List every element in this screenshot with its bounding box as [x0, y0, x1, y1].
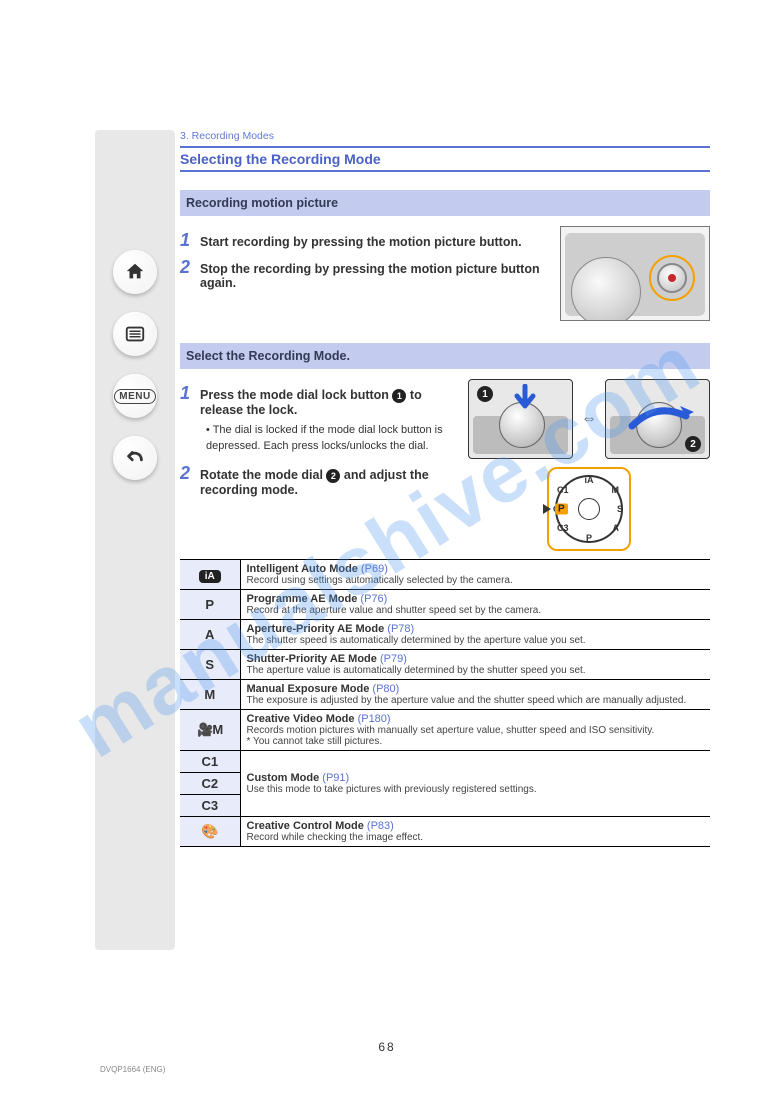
badge-1-ref: 1 [392, 389, 406, 403]
dial-rotate-illustration: 2 [605, 379, 710, 459]
recording-modes-table: iAIntelligent Auto Mode (P69)Record usin… [180, 559, 710, 847]
sidebar: MENU [95, 130, 175, 950]
home-icon [124, 261, 146, 283]
table-row: AAperture-Priority AE Mode (P78)The shut… [180, 620, 710, 650]
revision-code: DVQP1664 (ENG) [100, 1065, 165, 1074]
menu-button[interactable]: MENU [113, 374, 157, 418]
mode-symbol: C2 [180, 773, 240, 795]
page-ref-link[interactable]: (P180) [358, 713, 391, 725]
movie-step-2: 2 Stop the recording by pressing the mot… [180, 257, 548, 290]
mode-symbol: P [180, 590, 240, 620]
mode-symbol: C1 [180, 751, 240, 773]
home-button[interactable] [113, 250, 157, 294]
mode-description: Programme AE Mode (P76)Record at the ape… [240, 590, 710, 620]
mode-symbol: S [180, 650, 240, 680]
mode-description: Creative Video Mode (P180)Records motion… [240, 710, 710, 751]
toc-button[interactable] [113, 312, 157, 356]
mode-step-1: 1 Press the mode dial lock button 1 to r… [180, 383, 456, 417]
table-row: C1Custom Mode (P91)Use this mode to take… [180, 751, 710, 773]
mode-symbol: C3 [180, 795, 240, 817]
back-icon [124, 447, 146, 469]
toc-icon [124, 323, 146, 345]
table-row: MManual Exposure Mode (P80)The exposure … [180, 680, 710, 710]
page-title: Selecting the Recording Mode [180, 146, 710, 172]
mode-description: Custom Mode (P91)Use this mode to take p… [240, 751, 710, 817]
table-row: PProgramme AE Mode (P76)Record at the ap… [180, 590, 710, 620]
page-ref-link[interactable]: (P76) [360, 593, 387, 605]
menu-label: MENU [114, 389, 155, 404]
dial-selected-mode: P [555, 504, 568, 515]
mode-symbol: 🎥M [180, 710, 240, 751]
arrow-curve-icon [626, 398, 696, 438]
arrow-down-icon [513, 384, 537, 414]
table-row: SShutter-Priority AE Mode (P79)The apert… [180, 650, 710, 680]
dial-press-illustration: 1 [468, 379, 573, 459]
page-ref-link[interactable]: (P83) [367, 820, 394, 832]
page-ref-link[interactable]: (P78) [387, 623, 414, 635]
back-button[interactable] [113, 436, 157, 480]
page-ref-link[interactable]: (P91) [322, 772, 349, 784]
mode-symbol: A [180, 620, 240, 650]
section-heading-mode: Select the Recording Mode. [180, 343, 710, 369]
table-row: iAIntelligent Auto Mode (P69)Record usin… [180, 560, 710, 590]
camera-top-illustration [560, 226, 710, 321]
content-area: 3. Recording Modes Selecting the Recordi… [180, 130, 710, 847]
mode-dial-face: iA M S A P C3 C2 C1 P [547, 467, 631, 551]
mode-description: Creative Control Mode (P83)Record while … [240, 817, 710, 847]
mode-symbol: 🎨 [180, 817, 240, 847]
mode-step-2: 2 Rotate the mode dial 2 and adjust the … [180, 463, 456, 497]
page-ref-link[interactable]: (P80) [372, 683, 399, 695]
page-ref-link[interactable]: (P79) [380, 653, 407, 665]
mode-note: • The dial is locked if the mode dial lo… [206, 423, 456, 455]
table-row: 🎥MCreative Video Mode (P180)Records moti… [180, 710, 710, 751]
section-heading-movie: Recording motion picture [180, 190, 710, 216]
mode-description: Intelligent Auto Mode (P69)Record using … [240, 560, 710, 590]
table-row: 🎨Creative Control Mode (P83)Record while… [180, 817, 710, 847]
movie-step-1: 1 Start recording by pressing the motion… [180, 230, 548, 251]
page-ref-link[interactable]: (P69) [361, 563, 388, 575]
mode-description: Aperture-Priority AE Mode (P78)The shutt… [240, 620, 710, 650]
page-number: 68 [378, 1040, 395, 1054]
mode-description: Shutter-Priority AE Mode (P79)The apertu… [240, 650, 710, 680]
dial-pointer-icon [543, 504, 551, 514]
double-arrow-icon: ⇔ [581, 410, 597, 428]
breadcrumb: 3. Recording Modes [180, 130, 710, 142]
mode-symbol: M [180, 680, 240, 710]
mode-symbol: iA [180, 560, 240, 590]
badge-2-ref: 2 [326, 469, 340, 483]
mode-description: Manual Exposure Mode (P80)The exposure i… [240, 680, 710, 710]
